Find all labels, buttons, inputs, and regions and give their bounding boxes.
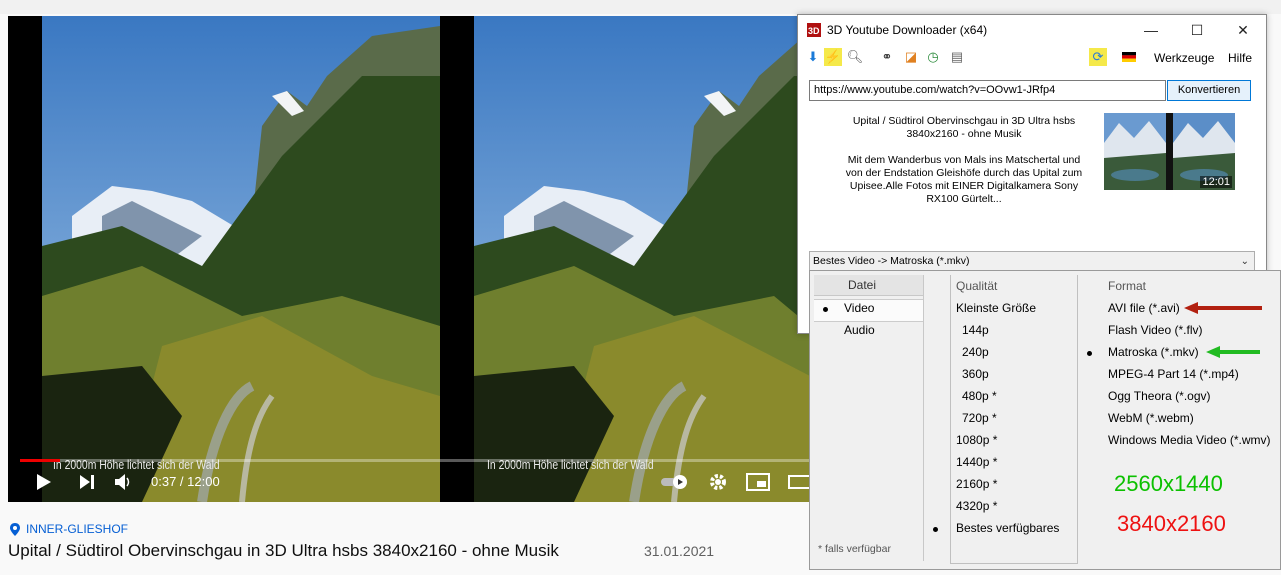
location-label: INNER-GLIESHOF [26,522,129,536]
quality-option[interactable]: 1080p * [956,433,997,447]
desc-line: RX100 Gürtelt... [926,193,1002,205]
green-arrow-annotation [1206,346,1260,358]
volume-icon[interactable] [114,473,132,496]
quality-option[interactable]: 144p [962,323,989,337]
format-dropdown-value: Bestes Video -> Matroska (*.mkv) [813,255,970,267]
menu-tools[interactable]: Werkzeuge [1154,51,1214,65]
toolbar: ⬇ ⚡ 🔍︎ ⚭ ◪ ◷ ▤ ⟳ Werkzeuge Hilfe [798,45,1266,71]
video-title: Upital / Südtirol Obervinschgau in 3D Ul… [8,541,559,560]
thumbnail-duration: 12:01 [1200,176,1232,188]
file-type-column: Datei Video Audio [814,275,924,561]
annotation-resolution-1440: 2560x1440 [1114,471,1223,496]
left-eye-frame [42,16,440,502]
menu-help[interactable]: Hilfe [1228,51,1252,65]
history-clock-icon[interactable]: ◷ [924,48,942,66]
convert-button[interactable]: Konvertieren [1167,80,1251,101]
title-bar[interactable]: 3D 3D Youtube Downloader (x64) — ☐ ✕ [798,15,1266,45]
quality-column: Qualität Kleinste Größe 144p 240p 360p 4… [933,275,1078,564]
file-type-video[interactable]: Video [844,301,874,315]
quality-option[interactable]: 360p [962,367,989,381]
app-logo-icon: 3D [807,23,821,37]
right-eye-frame [474,16,810,502]
file-type-audio[interactable]: Audio [844,323,875,337]
desc-line: Upital / Südtirol Obervinschgau in 3D Ul… [852,115,1076,127]
annotation-resolution-2160: 3840x2160 [1117,511,1226,536]
format-option-mp4[interactable]: MPEG-4 Part 14 (*.mp4) [1108,367,1239,381]
format-option-wmv[interactable]: Windows Media Video (*.wmv) [1108,433,1271,447]
selected-bullet [933,527,938,532]
play-icon[interactable] [34,473,52,496]
autoplay-toggle-icon[interactable] [660,474,690,495]
quality-option[interactable]: Kleinste Größe [956,301,1036,315]
location-link[interactable]: INNER-GLIESHOF [10,522,128,536]
desc-line: Mit dem Wanderbus von Mals ins Matschert… [847,154,1081,166]
red-arrow-annotation [1184,302,1262,314]
video-player[interactable]: In 2000m Höhe lichtet sich der Wald In 2… [8,16,810,502]
next-icon[interactable] [78,473,96,496]
svg-text:3D: 3D [808,26,820,36]
quality-option[interactable]: 1440p * [956,455,997,469]
format-header: Format [1108,279,1147,293]
download-arrow-icon[interactable]: ⬇ [804,48,822,66]
close-button[interactable]: ✕ [1220,22,1266,39]
quality-option-selected[interactable]: Bestes verfügbares [956,521,1059,535]
quality-option[interactable]: 4320p * [956,499,997,513]
format-dropdown[interactable]: Bestes Video -> Matroska (*.mkv) ⌄ [809,251,1255,271]
magnifier-icon[interactable]: 🔍︎ [846,48,864,66]
url-input[interactable]: https://www.youtube.com/watch?v=OOvw1-JR… [809,80,1166,101]
selected-bullet [1087,351,1092,356]
quality-option[interactable]: 480p * [962,389,997,403]
quality-option[interactable]: 720p * [962,411,997,425]
quality-option[interactable]: 240p [962,345,989,359]
progress-bar[interactable] [20,459,810,462]
desc-line: Upisee.Alle Fotos mit EINER Digitalkamer… [849,180,1079,192]
desc-line: 3840x2160 - ohne Musik [906,128,1022,140]
quality-header: Qualität [956,279,998,293]
youtube-top-strip [0,0,1281,14]
rss-feed-icon[interactable]: ◪ [902,48,920,66]
miniplayer-icon[interactable] [746,473,770,496]
settings-gear-icon[interactable] [708,472,728,497]
lightning-icon[interactable]: ⚡ [824,48,842,66]
location-pin-icon [10,522,20,536]
selected-bullet [823,307,828,312]
availability-note: * falls verfügbar [818,543,891,555]
format-option-webm[interactable]: WebM (*.webm) [1108,411,1194,425]
window-title: 3D Youtube Downloader (x64) [827,23,988,37]
desc-line: von der Endstation Gleishöfe durch das U… [845,167,1083,179]
format-option-mkv[interactable]: Matroska (*.mkv) [1108,345,1199,359]
minimize-button[interactable]: — [1128,22,1174,38]
maximize-button[interactable]: ☐ [1174,22,1220,39]
binoculars-icon[interactable]: ⚭ [878,48,896,66]
file-type-header: Datei [848,278,877,292]
format-option-flv[interactable]: Flash Video (*.flv) [1108,323,1202,337]
format-option-avi[interactable]: AVI file (*.avi) [1108,301,1180,315]
chevron-down-icon: ⌄ [1240,256,1249,267]
update-icon[interactable]: ⟳ [1089,48,1107,66]
quality-option[interactable]: 2160p * [956,477,997,491]
video-description: Upital / Südtirol Obervinschgau in 3D Ul… [824,115,1104,206]
theater-mode-icon[interactable] [788,473,810,496]
format-option-ogv[interactable]: Ogg Theora (*.ogv) [1108,389,1211,403]
progress-played [20,459,61,462]
time-display: 0:37 / 12:00 [151,474,220,489]
german-flag-icon[interactable] [1120,48,1138,66]
upload-date: 31.01.2021 [644,543,715,559]
video-thumbnail: 12:01 [1104,113,1235,190]
clipboard-icon[interactable]: ▤ [948,48,966,66]
desc-line [824,141,1104,154]
format-options-panel: Datei Video Audio Qualität Kleinste Größ… [809,270,1281,570]
